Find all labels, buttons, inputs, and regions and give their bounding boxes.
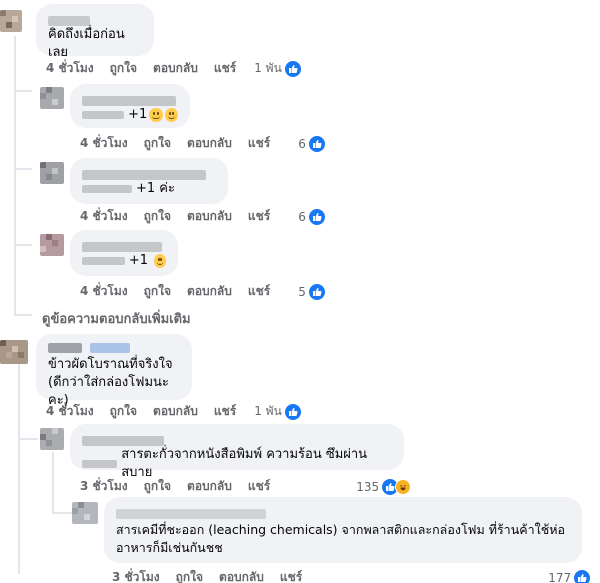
avatar[interactable] [40,428,64,450]
avatar[interactable] [72,502,98,524]
comment-actions: 4 ชั่วโมง ถูกใจ ตอบกลับ แชร์ 6 [80,207,325,226]
blurred-author-name[interactable] [82,95,176,106]
reply-button[interactable]: ตอบกลับ [153,59,198,78]
blurred-author-name[interactable] [48,343,82,353]
comment-actions: 4 ชั่วโมง ถูกใจ ตอบกลับ แชร์ 1 พัน [46,59,301,78]
like-button[interactable]: ถูกใจ [176,568,203,583]
reaction-count[interactable]: 6 [298,208,325,225]
like-button[interactable]: ถูกใจ [144,134,171,153]
like-button[interactable]: ถูกใจ [144,282,171,301]
thread-line [52,512,72,514]
avatar[interactable] [0,10,22,32]
like-button[interactable]: ถูกใจ [144,207,171,226]
grinning-face-emoji [164,108,179,122]
comment-time[interactable]: 4 ชั่วโมง [46,402,94,421]
comment-time[interactable]: 4 ชั่วโมง [80,134,128,153]
haha-reaction-icon [395,478,412,495]
avatar[interactable] [40,87,64,109]
comment-text: +1 ค่ะ [82,180,216,198]
like-reaction-icon [308,283,325,300]
share-button[interactable]: แชร์ [248,282,270,301]
blurred-mention [82,185,132,193]
blurred-author-name[interactable] [116,508,266,519]
thread-line [18,364,20,574]
comment-bubble: +1 ค่ะ [70,158,228,204]
avatar[interactable] [40,234,64,256]
reply-button[interactable]: ตอบกลับ [187,207,232,226]
comment-text-line: สารเคมีที่ชะออก (leaching chemicals) จาก… [116,522,565,537]
share-button[interactable]: แชร์ [248,207,270,226]
like-button[interactable]: ถูกใจ [110,59,137,78]
blurred-author-name[interactable] [82,169,206,180]
like-reaction-icon [574,569,591,583]
reply-button[interactable]: ตอบกลับ [187,134,232,153]
comment-text: +1 [82,252,166,270]
comment-bubble: +1 [70,84,190,128]
like-reaction-icon [308,135,325,152]
share-button[interactable]: แชร์ [248,134,270,153]
like-reaction-icon [284,403,301,420]
like-reaction-icon [308,208,325,225]
blurred-author-name[interactable] [82,435,164,446]
comment-text-line: ข้าวผัดโบราณที่จริงใจ [48,357,173,372]
thread-line [14,90,32,92]
view-more-replies-link[interactable]: ดูข้อความตอบกลับเพิ่มเติม [42,308,191,329]
reaction-count[interactable]: 5 [298,283,325,300]
reaction-count[interactable]: 1 พัน [254,59,301,78]
blurred-author-name[interactable] [90,343,130,353]
thread-line [14,314,32,316]
blurred-mention [82,111,125,119]
avatar[interactable] [40,162,64,184]
comment-time[interactable]: 4 ชั่วโมง [80,207,128,226]
comment-text: คิดถึงเมื่อก่อนเลย [48,27,125,60]
comment-time[interactable]: 3 ชั่วโมง [112,568,160,583]
comment-actions: 4 ชั่วโมง ถูกใจ ตอบกลับ แชร์ 6 [80,134,325,153]
comment-bubble: คิดถึงเมื่อก่อนเลย [36,4,154,60]
thread-line [14,168,32,170]
thread-line [52,452,54,512]
share-button[interactable]: แชร์ [280,568,302,583]
like-reaction-icon [284,60,301,77]
reply-button[interactable]: ตอบกลับ [187,282,232,301]
thread-line [14,36,16,316]
comment-actions: 4 ชั่วโมง ถูกใจ ตอบกลับ แชร์ 5 [80,282,325,301]
reply-button[interactable]: ตอบกลับ [153,402,198,421]
comment-text-line: อาหารก็มีเช่นกันชช [116,540,223,555]
thread-line [14,244,32,246]
blurred-mention [82,460,118,468]
reaction-count[interactable]: 1 พัน [254,402,301,421]
share-button[interactable]: แชร์ [248,477,270,496]
like-button[interactable]: ถูกใจ [144,477,171,496]
share-button[interactable]: แชร์ [214,402,236,421]
comment-bubble: สารเคมีที่ชะออก (leaching chemicals) จาก… [104,497,582,563]
comment-bubble: ข้าวผัดโบราณที่จริงใจ (ดีกว่าใส่กล่องโฟม… [36,334,192,408]
reaction-count[interactable]: 177 [548,569,591,583]
comment-text: +1 [82,106,179,124]
smiling-face-emoji [154,254,166,268]
reply-button[interactable]: ตอบกลับ [187,477,232,496]
comment-actions: 3 ชั่วโมง ถูกใจ ตอบกลับ แชร์ 135 [80,477,412,496]
blurred-mention [82,257,125,265]
reaction-count[interactable]: 135 [356,478,412,495]
avatar[interactable] [0,340,28,364]
blurred-author-name[interactable] [48,15,90,26]
comment-time[interactable]: 4 ชั่วโมง [80,282,128,301]
like-button[interactable]: ถูกใจ [110,402,137,421]
reaction-count[interactable]: 6 [298,135,325,152]
comment-bubble: +1 [70,230,178,276]
comment-actions: 4 ชั่วโมง ถูกใจ ตอบกลับ แชร์ 1 พัน [46,402,301,421]
comment-actions: 3 ชั่วโมง ถูกใจ ตอบกลับ แชร์ 177 [112,568,591,583]
grinning-face-emoji [149,108,163,122]
thread-line [18,438,38,440]
comment-time[interactable]: 3 ชั่วโมง [80,477,128,496]
share-button[interactable]: แชร์ [214,59,236,78]
comment-bubble: สารตะกั่วจากหนังสือพิมพ์ ความร้อน ซึมผ่า… [70,424,404,480]
comment-time[interactable]: 4 ชั่วโมง [46,59,94,78]
reply-button[interactable]: ตอบกลับ [219,568,264,583]
blurred-author-name[interactable] [82,241,162,252]
